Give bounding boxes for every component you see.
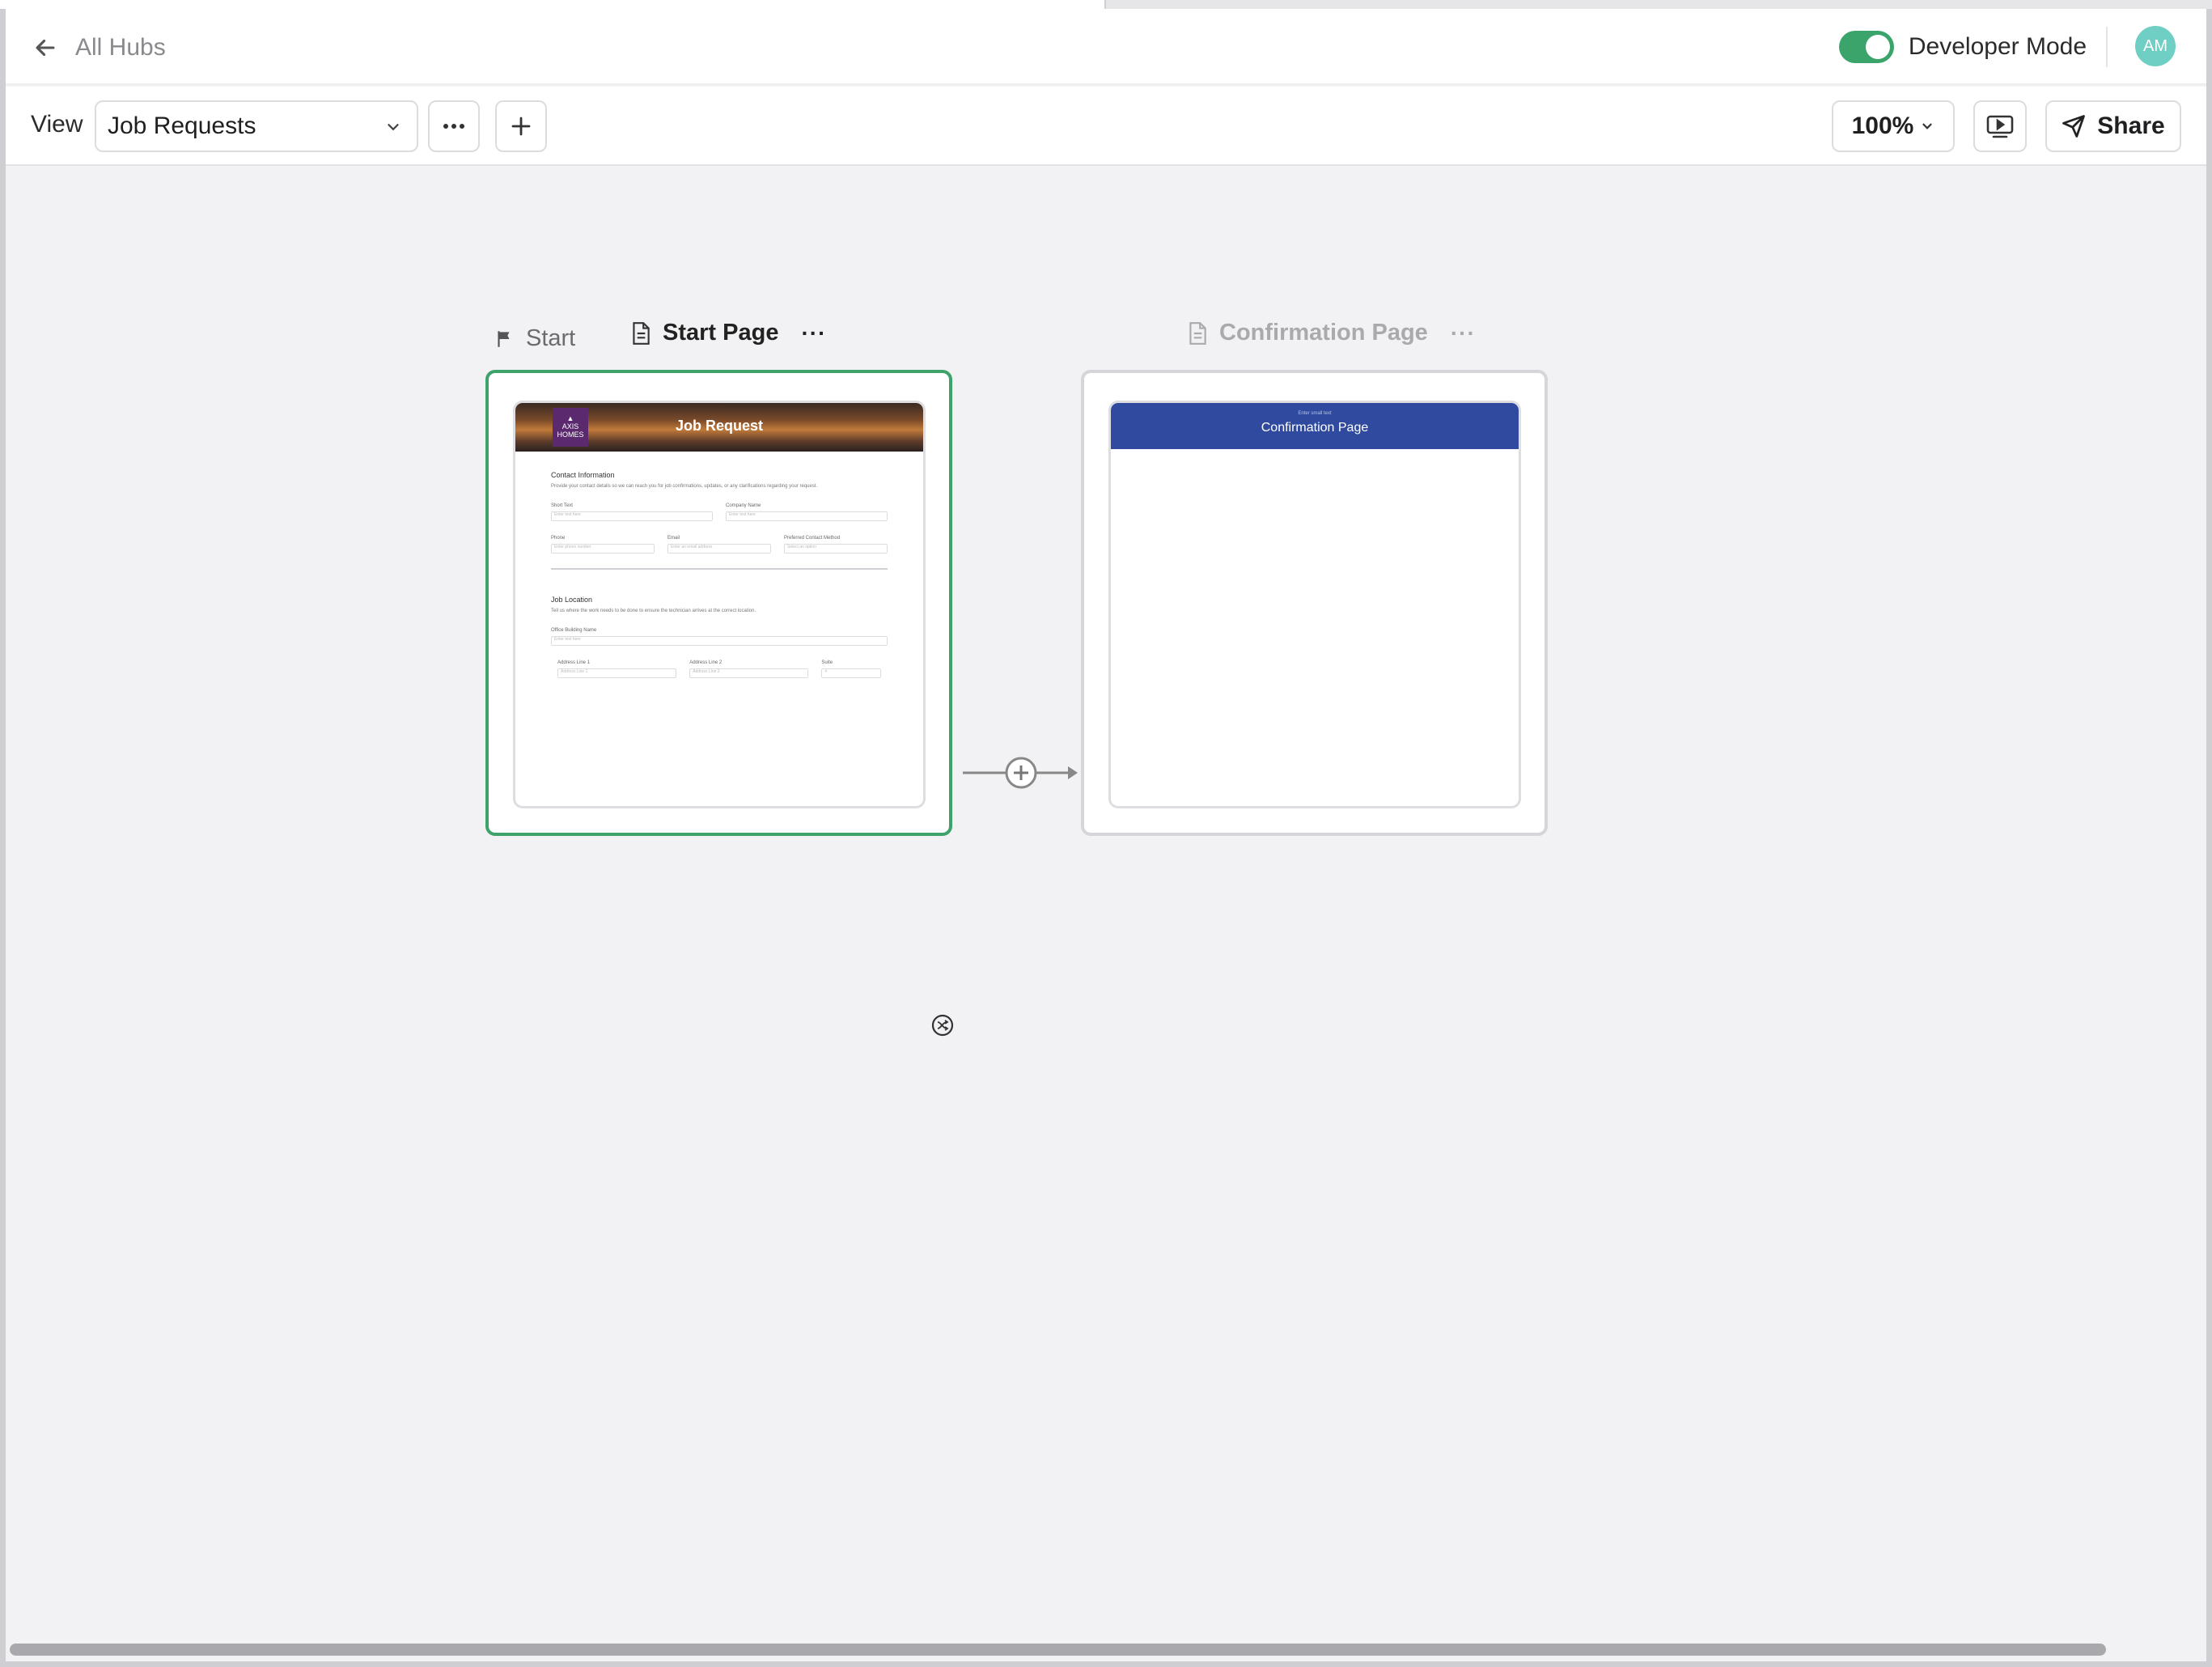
back-label: All Hubs [75, 34, 166, 61]
field-box: Enter text here [551, 636, 888, 646]
share-label: Share [2097, 112, 2165, 139]
page-connector[interactable] [961, 757, 1081, 789]
top-strip [0, 0, 2212, 9]
field-box: Address Line 1 [557, 668, 677, 678]
field-box: Enter phone number [551, 544, 655, 554]
preview-small-text: Enter small text [1298, 411, 1332, 416]
field-label: Company Name [726, 503, 761, 508]
field-label: Address Line 1 [557, 660, 591, 665]
start-page-label[interactable]: Start Page ··· [630, 320, 826, 346]
header-divider [2106, 27, 2108, 67]
avatar[interactable]: AM [2135, 26, 2176, 66]
field-box: Enter an email address [667, 544, 771, 554]
preview-banner: Enter small text Confirmation Page [1111, 403, 1519, 449]
confirmation-page-label[interactable]: Confirmation Page ··· [1187, 320, 1476, 346]
field-box: # [821, 668, 881, 678]
section-heading: Contact Information [551, 471, 615, 479]
add-view-button[interactable] [495, 100, 547, 152]
start-marker: Start [494, 325, 575, 352]
app-header: All Hubs Developer Mode AM [6, 9, 2206, 85]
confirmation-page-preview: Enter small text Confirmation Page [1108, 401, 1521, 808]
page-icon [1189, 321, 1206, 345]
zoom-select[interactable]: 100% [1832, 100, 1955, 152]
start-page-more-button[interactable]: ··· [801, 320, 826, 346]
field-box: Address Line 2 [689, 668, 809, 678]
preview-banner: ▲ AXIS HOMES Job Request [515, 403, 923, 452]
view-select-value: Job Requests [108, 112, 256, 139]
section-heading: Job Location [551, 596, 593, 604]
field-label: Short Text [551, 503, 573, 508]
preview-title: Job Request [675, 418, 764, 434]
field-label: Suite [821, 660, 833, 665]
section-description: Provide your contact details so we can r… [551, 484, 818, 489]
send-icon [2062, 115, 2086, 138]
section-description: Tell us where the work needs to be done … [551, 609, 756, 613]
arrow-left-icon [36, 39, 55, 57]
horizontal-scrollbar[interactable] [10, 1644, 2106, 1656]
chevron-down-icon [1922, 123, 1932, 129]
field-label: Office Building Name [551, 628, 597, 633]
top-strip-right [1104, 0, 2212, 9]
ellipsis-icon [443, 124, 464, 129]
developer-mode: Developer Mode [1838, 28, 2087, 66]
back-to-all-hubs[interactable]: All Hubs [32, 32, 166, 64]
field-label: Address Line 2 [689, 660, 723, 665]
confirmation-page-more-button[interactable]: ··· [1451, 320, 1476, 346]
field-box: Enter text here [726, 511, 888, 521]
plus-icon [511, 117, 531, 136]
section-divider [551, 568, 888, 570]
branch-icon[interactable] [930, 1013, 955, 1037]
start-label: Start [526, 325, 576, 351]
confirmation-page-title: Confirmation Page [1219, 320, 1428, 346]
field-box: Select an option [784, 544, 888, 554]
start-page-card[interactable]: ▲ AXIS HOMES Job Request Contact Informat… [485, 370, 952, 836]
field-label: Phone [551, 536, 566, 541]
field-box: Enter text here [551, 511, 713, 521]
chevron-down-icon [388, 124, 399, 131]
confirmation-page-card[interactable]: Enter small text Confirmation Page [1081, 370, 1548, 836]
toolbar: View Job Requests 100% Share [6, 87, 2206, 166]
page-icon [633, 321, 650, 345]
developer-mode-label: Developer Mode [1908, 33, 2087, 60]
preview-title: Confirmation Page [1261, 421, 1369, 435]
view-label: View [31, 111, 83, 138]
flag-icon [498, 330, 510, 347]
start-page-preview: ▲ AXIS HOMES Job Request Contact Informat… [513, 401, 926, 808]
start-page-title: Start Page [663, 320, 779, 346]
present-icon [1986, 115, 2014, 138]
field-label: Preferred Contact Method [784, 536, 841, 541]
zoom-value: 100% [1851, 112, 1914, 139]
view-more-button[interactable] [428, 100, 480, 152]
preview-form: Contact Information Provide your contact… [515, 452, 923, 678]
developer-mode-toggle[interactable] [1838, 31, 1894, 63]
view-select[interactable]: Job Requests [95, 100, 418, 152]
field-label: Email [667, 536, 680, 541]
preview-button[interactable] [1973, 100, 2027, 152]
share-button[interactable]: Share [2045, 100, 2181, 152]
